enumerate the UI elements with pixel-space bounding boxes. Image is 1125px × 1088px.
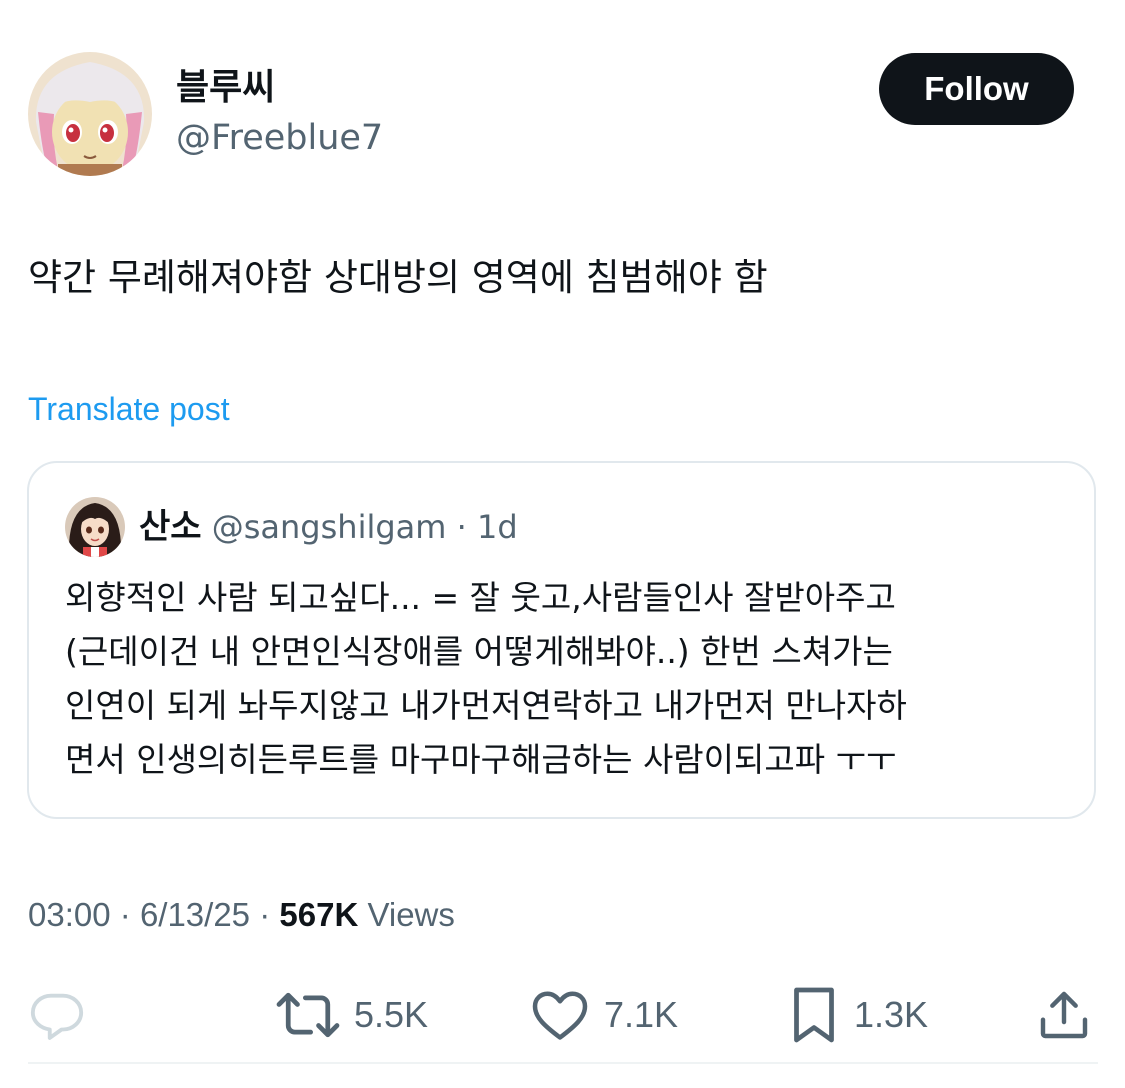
bookmark-count: 1.3K	[854, 994, 929, 1035]
quoted-separator: ·	[456, 508, 467, 546]
quoted-author-handle[interactable]: @sangshilgam	[212, 508, 447, 546]
quoted-text-line: 인연이 되게 놔두지않고 내가먼저연락하고 내가먼저 만나자하	[65, 686, 907, 725]
reply-button[interactable]	[28, 980, 100, 1050]
quoted-post-header: 산소 @sangshilgam · 1d	[139, 501, 518, 553]
bookmark-button[interactable]: 1.3K	[788, 980, 928, 1050]
divider	[28, 1062, 1098, 1064]
post-time[interactable]: 03:00	[28, 896, 111, 933]
heart-icon	[532, 991, 588, 1040]
post-date[interactable]: 6/13/25	[140, 896, 250, 933]
anime-girl-avatar-icon	[28, 52, 152, 176]
like-count: 7.1K	[604, 994, 679, 1035]
action-bar: 5.5K 7.1K 1.3K	[0, 980, 1125, 1050]
like-button[interactable]: 7.1K	[530, 980, 678, 1050]
views-label: Views	[367, 896, 455, 933]
repost-button[interactable]: 5.5K	[276, 980, 428, 1050]
anime-character-avatar-icon	[65, 497, 125, 557]
reply-icon	[30, 993, 84, 1040]
share-icon	[1040, 991, 1088, 1039]
follow-button[interactable]: Follow	[879, 53, 1074, 125]
author-avatar[interactable]	[28, 52, 152, 176]
quoted-author-name[interactable]: 산소	[139, 507, 202, 547]
author-display-name[interactable]: 블루씨	[176, 64, 275, 112]
quoted-text-line: 외향적인 사람 되고싶다... = 잘 웃고,사람들인사 잘받아주고	[65, 578, 896, 617]
repost-icon	[276, 992, 340, 1038]
meta-separator: ·	[259, 896, 271, 933]
meta-separator: ·	[119, 896, 131, 933]
post-text: 약간 무례해져야함 상대방의 영역에 침범해야 함	[28, 256, 768, 299]
repost-count: 5.5K	[354, 994, 429, 1035]
quoted-post-card[interactable]: 산소 @sangshilgam · 1d 외향적인 사람 되고싶다... = 잘…	[27, 461, 1096, 819]
quoted-post-text: 외향적인 사람 되고싶다... = 잘 웃고,사람들인사 잘받아주고 (근데이건…	[65, 571, 1085, 787]
translate-post-link[interactable]: Translate post	[28, 385, 230, 433]
share-button[interactable]	[1036, 980, 1092, 1050]
bookmark-icon	[794, 987, 834, 1043]
views-count: 567K	[279, 896, 359, 933]
quoted-text-line: 면서 인생의히든루트를 마구마구해금하는 사람이되고파 ㅜㅜ	[65, 740, 897, 779]
quoted-post-time[interactable]: 1d	[477, 508, 518, 546]
author-handle[interactable]: @Freeblue7	[176, 114, 383, 162]
quoted-text-line: (근데이건 내 안면인식장애를 어떻게해봐야..) 한번 스쳐가는	[65, 632, 893, 671]
post-meta: 03:00 · 6/13/25 · 567K Views	[28, 890, 455, 940]
quoted-author-avatar[interactable]	[65, 497, 125, 557]
